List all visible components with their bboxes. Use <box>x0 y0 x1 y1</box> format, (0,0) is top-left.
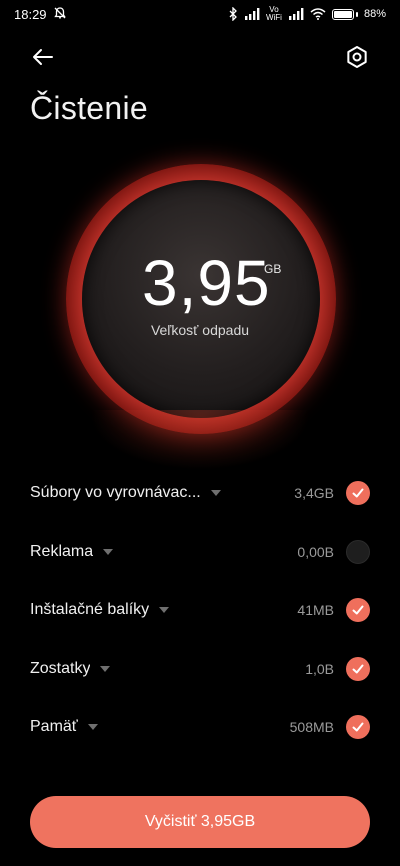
checkbox[interactable] <box>346 598 370 623</box>
status-left: 18:29 <box>14 6 67 23</box>
status-bar: 18:29 Vo WiFi 88% <box>0 0 400 28</box>
item-size: 3,4GB <box>294 485 334 502</box>
item-size: 41MB <box>297 602 334 619</box>
bluetooth-icon <box>228 7 238 21</box>
item-size: 1,0B <box>305 660 334 677</box>
chevron-down-icon[interactable] <box>159 607 170 614</box>
item-label: Pamäť <box>30 718 78 736</box>
junk-category-list: Súbory vo vyrovnávac... 3,4GB Reklama 0,… <box>0 464 400 757</box>
list-item[interactable]: Pamäť 508MB <box>0 698 400 757</box>
alarm-off-icon <box>53 6 67 23</box>
checkbox[interactable] <box>346 656 370 681</box>
list-item[interactable]: Reklama 0,00B <box>0 523 400 582</box>
wifi-icon <box>310 8 326 20</box>
item-size: 0,00B <box>297 543 334 560</box>
item-label: Inštalačné balíky <box>30 601 150 619</box>
signal-icon <box>244 8 260 20</box>
clean-button[interactable]: Vyčistiť 3,95GB <box>30 796 370 848</box>
checkbox[interactable] <box>346 539 370 564</box>
junk-size-label: Veľkosť odpadu <box>150 322 250 338</box>
list-item[interactable]: Súbory vo vyrovnávac... 3,4GB <box>0 464 400 523</box>
item-label: Reklama <box>30 542 94 560</box>
back-arrow-icon[interactable] <box>30 44 56 70</box>
checkbox[interactable] <box>346 715 370 740</box>
gauge-glow <box>90 410 310 470</box>
signal-icon-2 <box>288 8 304 20</box>
item-label: Súbory vo vyrovnávac... <box>30 484 201 502</box>
item-label: Zostatky <box>30 659 91 677</box>
junk-size-value: 3,95 <box>142 247 271 319</box>
chevron-down-icon[interactable] <box>100 665 111 672</box>
chevron-down-icon[interactable] <box>103 548 114 555</box>
checkbox[interactable] <box>346 481 370 506</box>
list-item[interactable]: Inštalačné balíky 41MB <box>0 581 400 640</box>
battery-icon <box>331 8 358 20</box>
list-item[interactable]: Zostatky 1,0B <box>0 640 400 699</box>
page-title: Čistenie <box>30 90 149 126</box>
settings-icon[interactable] <box>344 44 370 70</box>
status-right: Vo WiFi 88% <box>228 6 386 22</box>
item-size: 508MB <box>289 719 334 736</box>
battery-percent: 88% <box>363 8 386 20</box>
junk-size-unit: GB <box>264 262 282 276</box>
chevron-down-icon[interactable] <box>210 490 221 497</box>
chevron-down-icon[interactable] <box>87 724 98 731</box>
clock: 18:29 <box>14 6 47 22</box>
vowifi-icon: Vo WiFi <box>265 5 282 22</box>
